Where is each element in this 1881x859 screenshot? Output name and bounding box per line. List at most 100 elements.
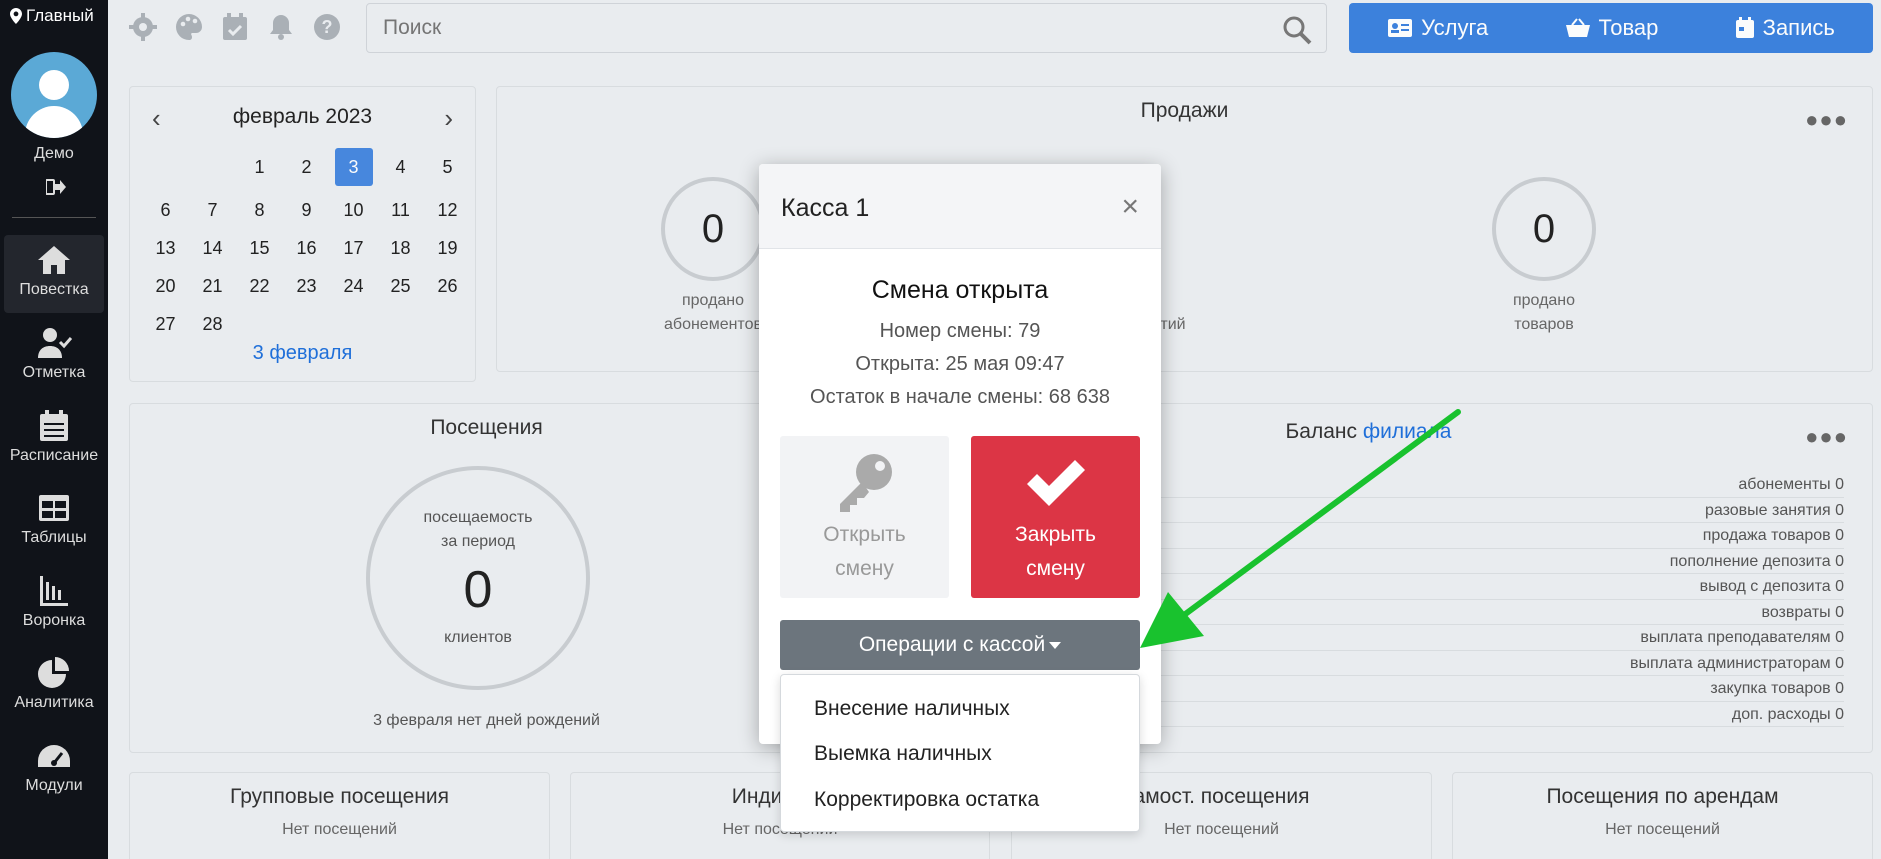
- calendar-day[interactable]: 13: [142, 234, 189, 262]
- modal-title: Касса 1: [781, 194, 870, 222]
- calendar-day[interactable]: 10: [330, 196, 377, 224]
- stat-caption: продано товаров: [1512, 292, 1576, 333]
- more-icon[interactable]: ●●●: [1805, 107, 1848, 133]
- sidebar-divider: [12, 217, 96, 218]
- calendar-day[interactable]: 4: [377, 153, 424, 181]
- birthdays-note: 3 февраля нет дней рождений: [373, 712, 600, 729]
- shift-status: Смена открыта: [871, 276, 1049, 304]
- calendar-selected-date[interactable]: 3 февраля: [130, 342, 475, 365]
- pie-chart-icon: [36, 656, 72, 690]
- calendar-icon: [1735, 17, 1754, 38]
- chevron-right-icon[interactable]: ›: [444, 103, 453, 134]
- modal-header: Касса 1 ×: [759, 164, 1161, 249]
- sidebar-item-schedule[interactable]: Расписание: [4, 401, 104, 479]
- calendar-day[interactable]: 23: [283, 272, 330, 300]
- attendance-ring: посещаемость за период 0 клиентов: [366, 466, 590, 690]
- gear-icon[interactable]: [128, 12, 160, 44]
- sidebar-item-label: Таблицы: [21, 529, 87, 546]
- add-product-button[interactable]: Товар: [1565, 15, 1658, 41]
- quick-actions: Услуга Товар Запись: [1349, 3, 1873, 53]
- close-icon[interactable]: ×: [1121, 190, 1139, 224]
- calendar-day[interactable]: 9: [283, 196, 330, 224]
- visits-card: Посещения посещаемость за период 0 клиен…: [129, 403, 844, 753]
- search-icon[interactable]: [1282, 15, 1312, 45]
- search-input[interactable]: [367, 4, 1326, 52]
- add-booking-button[interactable]: Запись: [1735, 15, 1835, 41]
- sidebar-item-funnel[interactable]: Воронка: [4, 566, 104, 644]
- calendar-day[interactable]: 25: [377, 272, 424, 300]
- avatar[interactable]: [11, 52, 97, 138]
- sidebar-item-label: Расписание: [9, 447, 99, 464]
- calendar-day[interactable]: 17: [330, 234, 377, 262]
- sidebar-item-modules[interactable]: Модули: [4, 731, 104, 809]
- add-service-button[interactable]: Услуга: [1387, 15, 1488, 41]
- calendar-day[interactable]: 27: [142, 310, 189, 338]
- open-shift-button[interactable]: Открыть смену: [780, 436, 949, 598]
- menu-item-cash-deposit[interactable]: Внесение наличных: [814, 697, 1010, 721]
- calendar-day[interactable]: 14: [189, 234, 236, 262]
- calendar-day[interactable]: 28: [189, 310, 236, 338]
- shift-number: Номер смены: 79: [879, 320, 1041, 342]
- gauge-icon: [36, 739, 72, 773]
- calendar-day[interactable]: 5: [424, 153, 471, 181]
- sidebar: Главный Демо Повестка Отметка Расписание…: [0, 0, 108, 859]
- sidebar-item-label: Аналитика: [14, 694, 94, 711]
- sidebar-item-agenda[interactable]: Повестка: [4, 235, 104, 313]
- key-icon: [839, 454, 892, 512]
- menu-item-balance-correction[interactable]: Корректировка остатка: [814, 788, 1039, 812]
- calendar-day[interactable]: 3: [334, 148, 373, 186]
- cash-register-modal: Касса 1 × Смена открыта Номер смены: 79 …: [759, 164, 1161, 744]
- sidebar-item-tables[interactable]: Таблицы: [4, 483, 104, 561]
- branch-name: Главный: [26, 6, 94, 25]
- annotation-arrow: [1140, 409, 1461, 648]
- calendar-day[interactable]: 15: [236, 234, 283, 262]
- search-bar: [366, 3, 1327, 53]
- topbar-icons: ?: [128, 12, 344, 44]
- calendar-day[interactable]: 7: [189, 196, 236, 224]
- help-icon[interactable]: ?: [312, 12, 344, 44]
- calendar-day[interactable]: 22: [236, 272, 283, 300]
- calendar-day[interactable]: 19: [424, 234, 471, 262]
- calendar-day[interactable]: 1: [236, 153, 283, 181]
- sidebar-item-analytics[interactable]: Аналитика: [4, 648, 104, 726]
- cash-operations-dropdown-button[interactable]: Операции с кассой: [780, 620, 1140, 670]
- location-pin-icon: [10, 8, 22, 24]
- balance-row: закупка товаров 0: [1084, 676, 1844, 702]
- close-shift-button[interactable]: Закрыть смену: [971, 436, 1140, 598]
- calendar-day[interactable]: 2: [283, 153, 330, 181]
- sidebar-item-attendance[interactable]: Отметка: [4, 318, 104, 396]
- bell-icon[interactable]: [266, 12, 298, 44]
- user-name: Демо: [34, 145, 74, 162]
- calendar-day[interactable]: 16: [283, 234, 330, 262]
- rental-visits-card: Посещения по арендам Нет посещений: [1452, 772, 1873, 859]
- caret-down-icon: [1049, 641, 1062, 649]
- calendar-grid: 1 2 3 4 5 6 7 8 9 10 11 12 13 14 15 16 17 18 19 20 21 22 23 24 2…: [142, 148, 471, 338]
- calendar-day[interactable]: 21: [189, 272, 236, 300]
- calendar-day[interactable]: 24: [330, 272, 377, 300]
- calendar-day[interactable]: 11: [377, 196, 424, 224]
- basket-icon: [1565, 18, 1590, 37]
- logout-icon[interactable]: [46, 178, 66, 196]
- palette-icon[interactable]: [174, 12, 206, 44]
- calendar-day[interactable]: 26: [424, 272, 471, 300]
- calendar-check-icon[interactable]: [220, 12, 252, 44]
- user-check-icon: [36, 326, 73, 360]
- calendar-empty: [142, 153, 189, 181]
- menu-item-cash-withdrawal[interactable]: Выемка наличных: [814, 742, 992, 766]
- svg-text:?: ?: [322, 17, 333, 37]
- stat-ring: 0: [1492, 177, 1596, 281]
- more-icon[interactable]: ●●●: [1805, 424, 1848, 450]
- calendar-day[interactable]: 8: [236, 196, 283, 224]
- sidebar-item-label: Отметка: [22, 364, 86, 381]
- calendar-icon: [36, 409, 72, 443]
- calendar-day[interactable]: 20: [142, 272, 189, 300]
- calendar-day[interactable]: 12: [424, 196, 471, 224]
- checkmark-icon: [1026, 460, 1085, 506]
- branch-selector[interactable]: Главный: [10, 6, 94, 26]
- attendance-value: 0: [463, 561, 493, 619]
- calendar-day[interactable]: 6: [142, 196, 189, 224]
- calendar-day[interactable]: 18: [377, 234, 424, 262]
- stat-ring: 0: [661, 177, 765, 281]
- card-title: Посещения: [430, 416, 543, 439]
- shift-start-balance: Остаток в начале смены: 68 638: [810, 386, 1110, 408]
